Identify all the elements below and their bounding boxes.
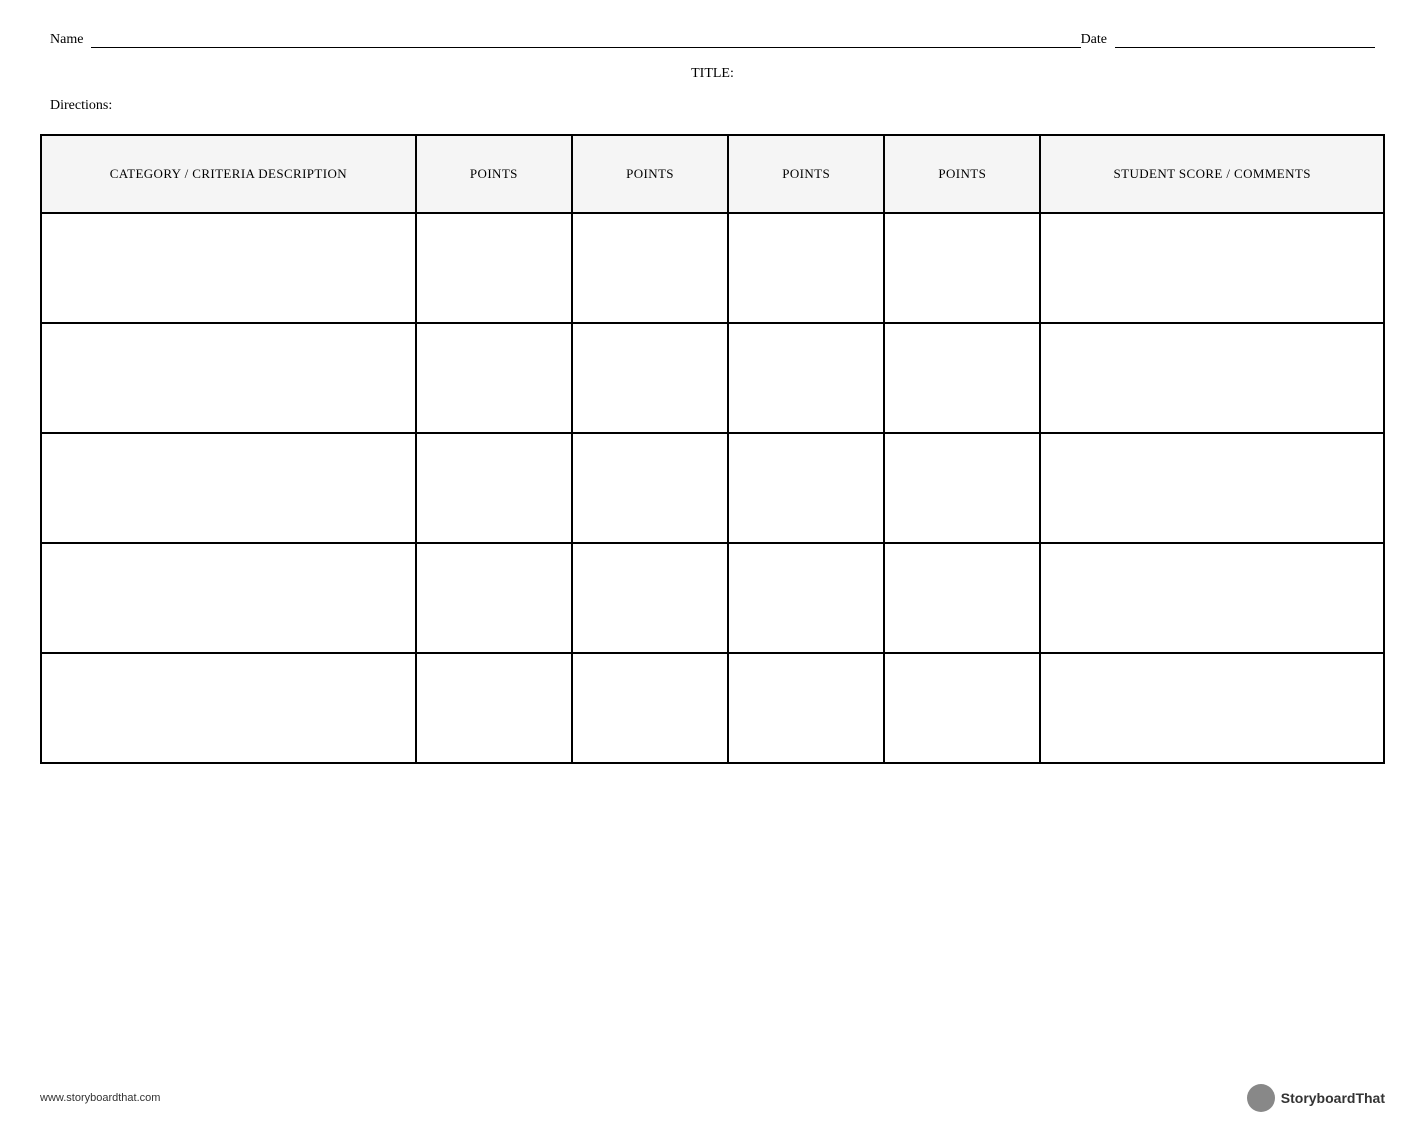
name-field: Name bbox=[50, 30, 1081, 48]
cell-points4-row3 bbox=[884, 543, 1040, 653]
cell-category-row1 bbox=[41, 323, 416, 433]
cell-points3-row0 bbox=[728, 213, 884, 323]
cell-category-row0 bbox=[41, 213, 416, 323]
date-underline bbox=[1115, 30, 1375, 48]
cell-category-row4 bbox=[41, 653, 416, 763]
title-row: TITLE: bbox=[40, 66, 1385, 82]
directions-row: Directions: bbox=[40, 98, 1385, 114]
cell-student_score-row3 bbox=[1040, 543, 1384, 653]
footer-logo: StoryboardThat bbox=[1247, 1084, 1385, 1112]
directions-label: Directions: bbox=[50, 98, 112, 113]
cell-category-row2 bbox=[41, 433, 416, 543]
cell-points2-row0 bbox=[572, 213, 728, 323]
cell-points2-row1 bbox=[572, 323, 728, 433]
cell-points4-row4 bbox=[884, 653, 1040, 763]
cell-points2-row4 bbox=[572, 653, 728, 763]
table-row bbox=[41, 543, 1384, 653]
footer-website: www.storyboardthat.com bbox=[40, 1092, 160, 1104]
cell-points2-row2 bbox=[572, 433, 728, 543]
cell-student_score-row2 bbox=[1040, 433, 1384, 543]
header-points-3: POINTS bbox=[728, 135, 884, 213]
logo-icon bbox=[1247, 1084, 1275, 1112]
header-student-score: STUDENT SCORE / COMMENTS bbox=[1040, 135, 1384, 213]
title-label: TITLE: bbox=[691, 66, 734, 81]
cell-student_score-row1 bbox=[1040, 323, 1384, 433]
table-row bbox=[41, 433, 1384, 543]
header-points-1: POINTS bbox=[416, 135, 572, 213]
table-header-row: CATEGORY / CRITERIA DESCRIPTION POINTS P… bbox=[41, 135, 1384, 213]
cell-points1-row3 bbox=[416, 543, 572, 653]
cell-points4-row1 bbox=[884, 323, 1040, 433]
cell-points1-row0 bbox=[416, 213, 572, 323]
header-category: CATEGORY / CRITERIA DESCRIPTION bbox=[41, 135, 416, 213]
cell-student_score-row4 bbox=[1040, 653, 1384, 763]
cell-points1-row2 bbox=[416, 433, 572, 543]
cell-category-row3 bbox=[41, 543, 416, 653]
date-label: Date bbox=[1081, 32, 1107, 48]
name-underline bbox=[91, 30, 1080, 48]
cell-points1-row1 bbox=[416, 323, 572, 433]
header-points-4: POINTS bbox=[884, 135, 1040, 213]
header-row: Name Date bbox=[40, 30, 1385, 48]
header-points-2: POINTS bbox=[572, 135, 728, 213]
date-field: Date bbox=[1081, 30, 1375, 48]
rubric-table: CATEGORY / CRITERIA DESCRIPTION POINTS P… bbox=[40, 134, 1385, 764]
cell-points4-row2 bbox=[884, 433, 1040, 543]
footer: www.storyboardthat.com StoryboardThat bbox=[0, 1084, 1425, 1112]
cell-points3-row2 bbox=[728, 433, 884, 543]
table-row bbox=[41, 213, 1384, 323]
cell-points1-row4 bbox=[416, 653, 572, 763]
logo-text: StoryboardThat bbox=[1281, 1090, 1385, 1106]
cell-points4-row0 bbox=[884, 213, 1040, 323]
cell-points3-row1 bbox=[728, 323, 884, 433]
table-row bbox=[41, 323, 1384, 433]
cell-student_score-row0 bbox=[1040, 213, 1384, 323]
cell-points2-row3 bbox=[572, 543, 728, 653]
cell-points3-row4 bbox=[728, 653, 884, 763]
table-row bbox=[41, 653, 1384, 763]
name-label: Name bbox=[50, 32, 83, 48]
cell-points3-row3 bbox=[728, 543, 884, 653]
